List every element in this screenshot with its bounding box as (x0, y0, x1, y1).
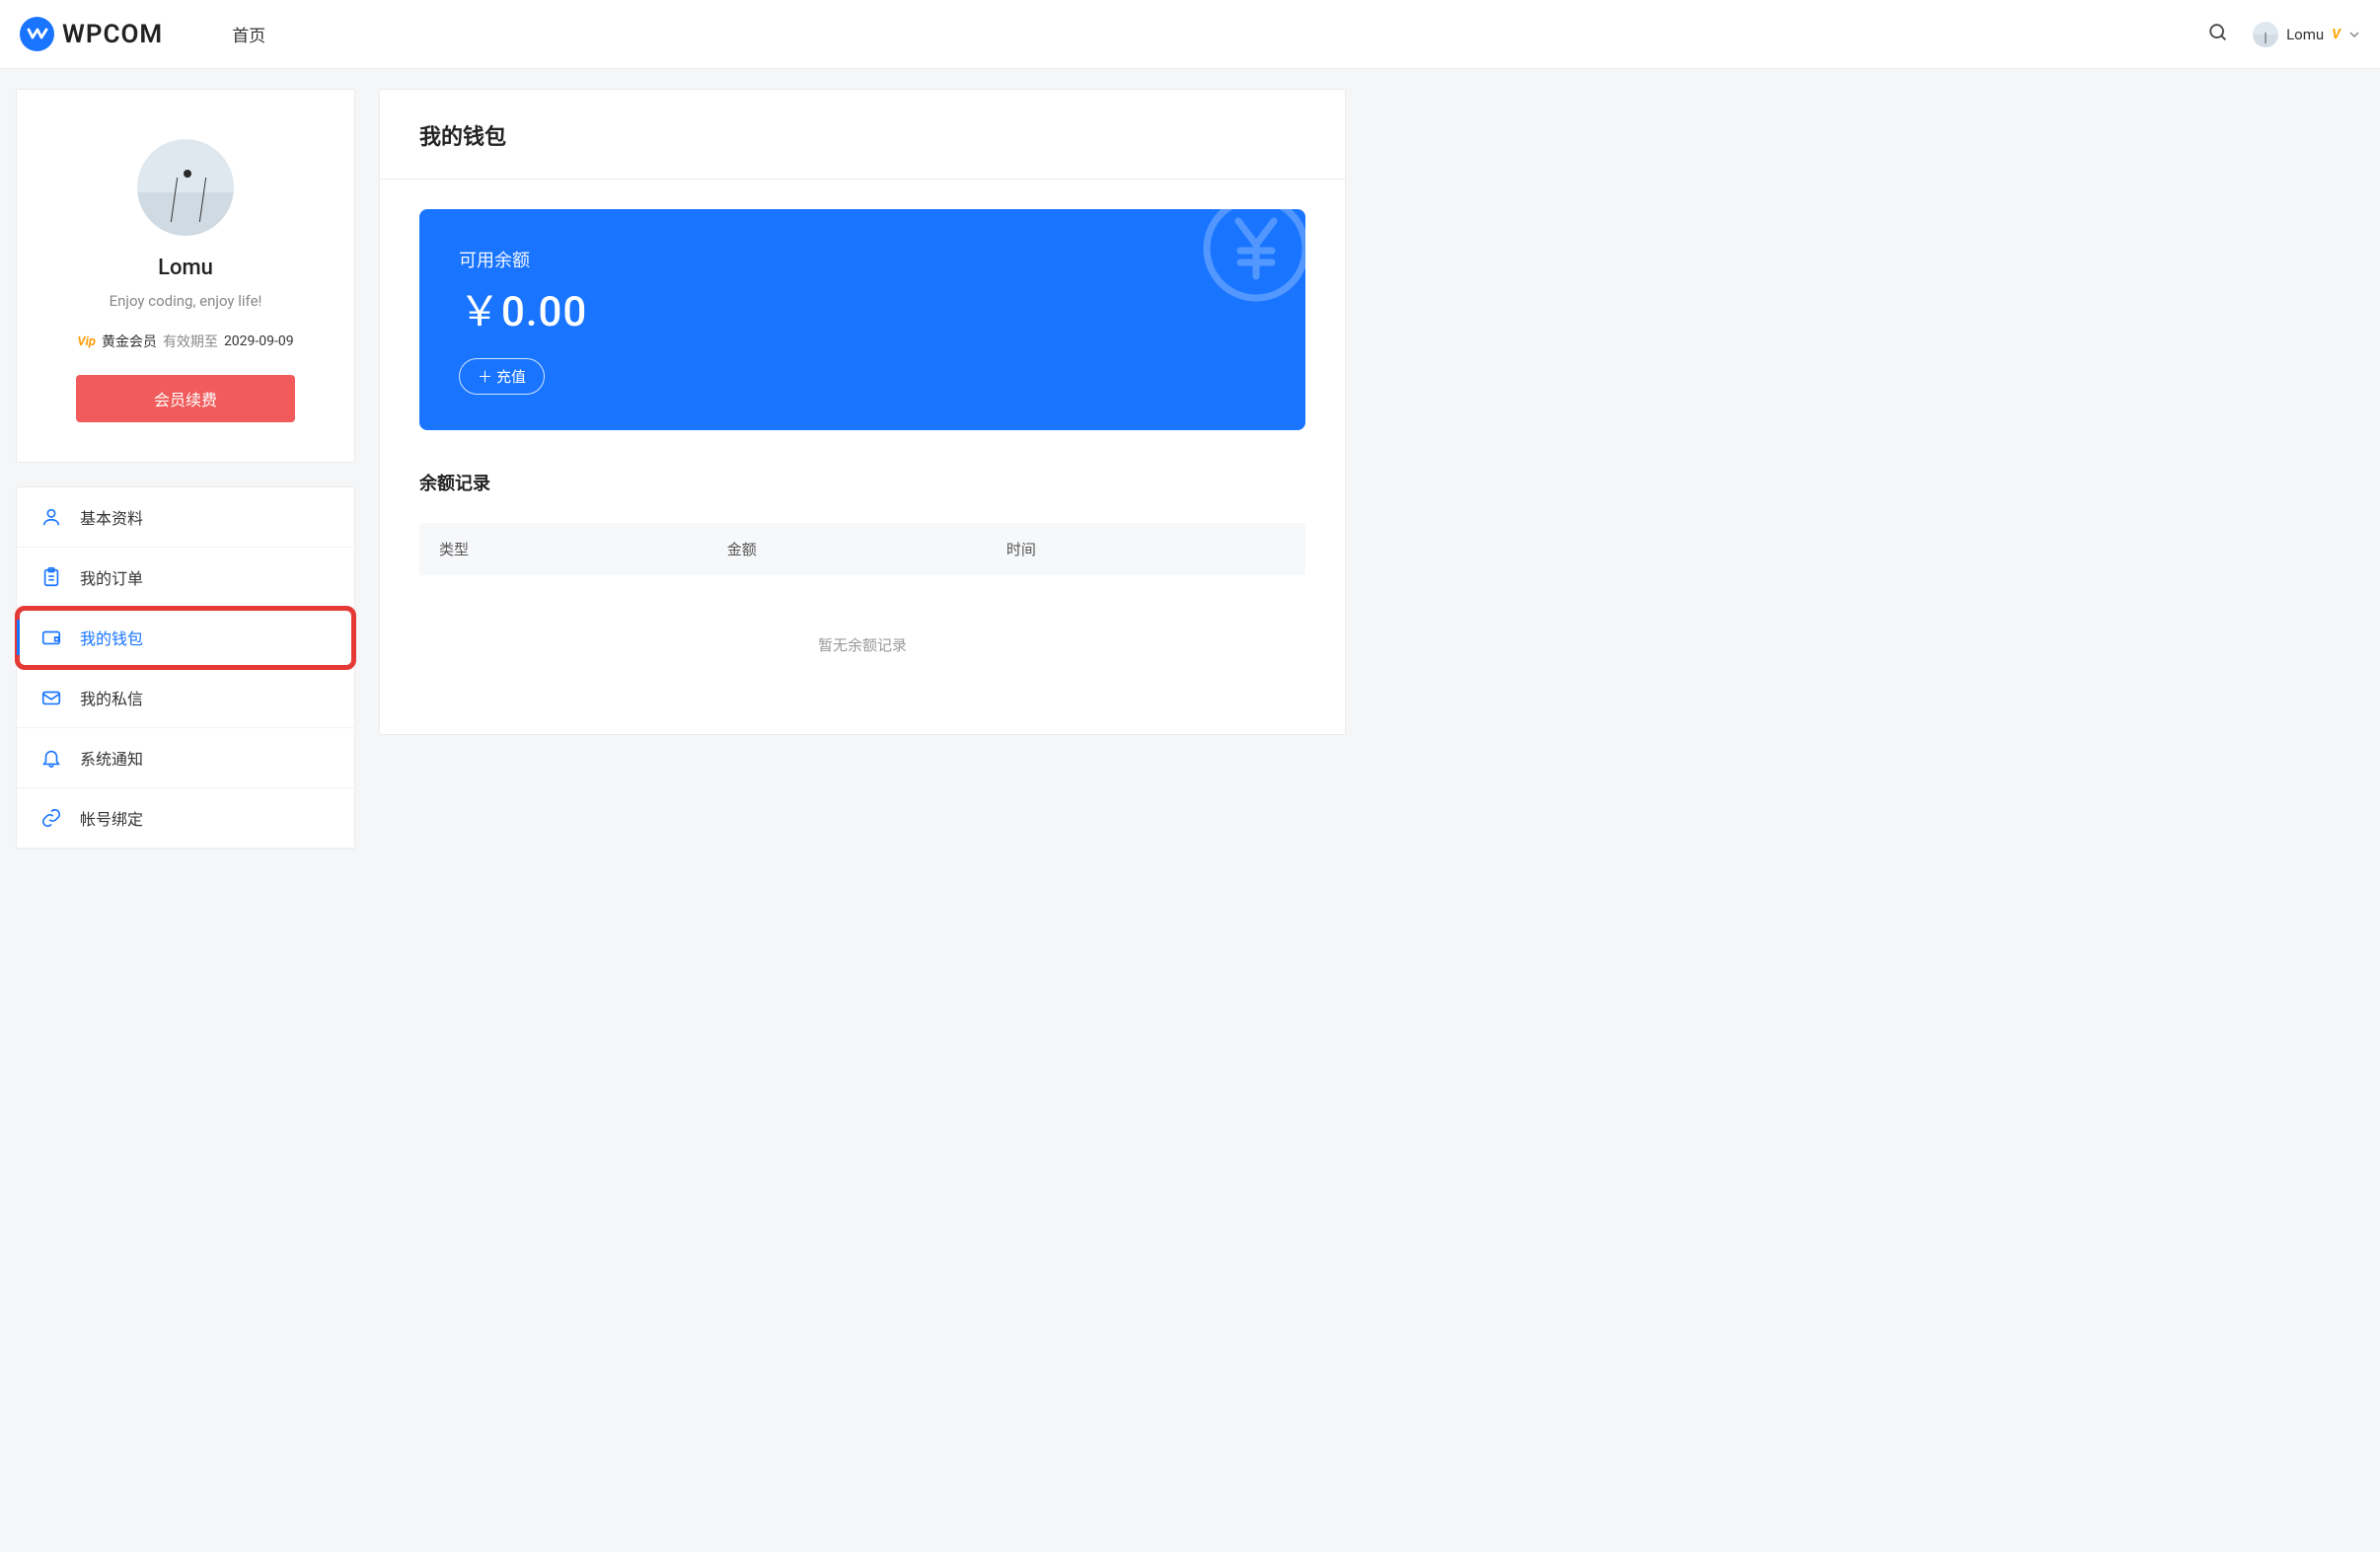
profile-name: Lomu (76, 256, 295, 280)
records-title: 余额记录 (419, 470, 1305, 495)
user-icon (40, 506, 62, 528)
sidebar-item-profile[interactable]: 基本资料 (17, 487, 354, 548)
page-title: 我的钱包 (380, 90, 1345, 180)
member-type: 黄金会员 (102, 332, 157, 351)
envelope-icon (40, 687, 62, 708)
expiry-prefix: 有效期至 (163, 332, 218, 351)
clipboard-icon (40, 566, 62, 588)
user-name: Lomu (2286, 26, 2324, 43)
bell-icon (40, 747, 62, 769)
user-avatar-icon (2253, 22, 2278, 47)
balance-amount: ￥0.00 (459, 278, 1266, 338)
vip-badge-icon: Vip (77, 334, 96, 349)
search-button[interactable] (2207, 22, 2229, 47)
no-records-message: 暂无余额记录 (419, 575, 1305, 675)
sidebar-item-orders[interactable]: 我的订单 (17, 548, 354, 608)
balance-card: 可用余额 ￥0.00 ＋充值 (419, 209, 1305, 430)
sidebar-item-label: 我的私信 (80, 686, 331, 709)
renew-membership-button[interactable]: 会员续费 (76, 375, 295, 422)
profile-card: Lomu Enjoy coding, enjoy life! Vip 黄金会员 … (16, 89, 355, 463)
profile-avatar (137, 139, 234, 236)
main-content: 我的钱包 可用余额 ￥0.00 ＋充值 余额记录 类型 (379, 89, 1346, 850)
user-menu[interactable]: Lomu V (2253, 22, 2360, 47)
brand-logo[interactable]: WPCOM (20, 17, 163, 51)
column-type: 类型 (439, 539, 727, 559)
membership-info: Vip 黄金会员 有效期至 2029-09-09 (76, 332, 295, 351)
balance-label: 可用余额 (459, 247, 1266, 272)
profile-bio: Enjoy coding, enjoy life! (76, 292, 295, 310)
wallet-icon (40, 627, 62, 648)
sidebar-item-messages[interactable]: 我的私信 (17, 668, 354, 728)
sidebar-item-label: 系统通知 (80, 746, 331, 770)
header: WPCOM 首页 Lomu V (0, 0, 2380, 69)
sidebar-item-label: 我的订单 (80, 565, 331, 589)
sidebar-item-bind[interactable]: 帐号绑定 (17, 788, 354, 849)
recharge-button[interactable]: ＋充值 (459, 358, 545, 395)
brand-logo-icon (20, 17, 54, 51)
chevron-down-icon (2348, 29, 2360, 40)
brand-name: WPCOM (62, 20, 163, 49)
sidebar-item-label: 我的钱包 (80, 626, 331, 649)
nav-home[interactable]: 首页 (232, 22, 265, 46)
link-icon (40, 807, 62, 829)
column-amount: 金额 (727, 539, 1006, 559)
sidebar-item-label: 帐号绑定 (80, 806, 331, 830)
sidebar-item-notifications[interactable]: 系统通知 (17, 728, 354, 788)
sidebar-item-wallet[interactable]: 我的钱包 (17, 608, 354, 668)
column-time: 时间 (1006, 539, 1286, 559)
sidebar-menu: 基本资料 我的订单 我的钱包 我的私信 (16, 486, 355, 850)
expiry-date: 2029-09-09 (224, 333, 294, 349)
records-table-header: 类型 金额 时间 (419, 523, 1305, 575)
plus-icon: ＋ (478, 366, 492, 387)
sidebar: Lomu Enjoy coding, enjoy life! Vip 黄金会员 … (16, 89, 355, 850)
vip-badge-icon: V (2332, 27, 2341, 42)
sidebar-item-label: 基本资料 (80, 505, 331, 529)
